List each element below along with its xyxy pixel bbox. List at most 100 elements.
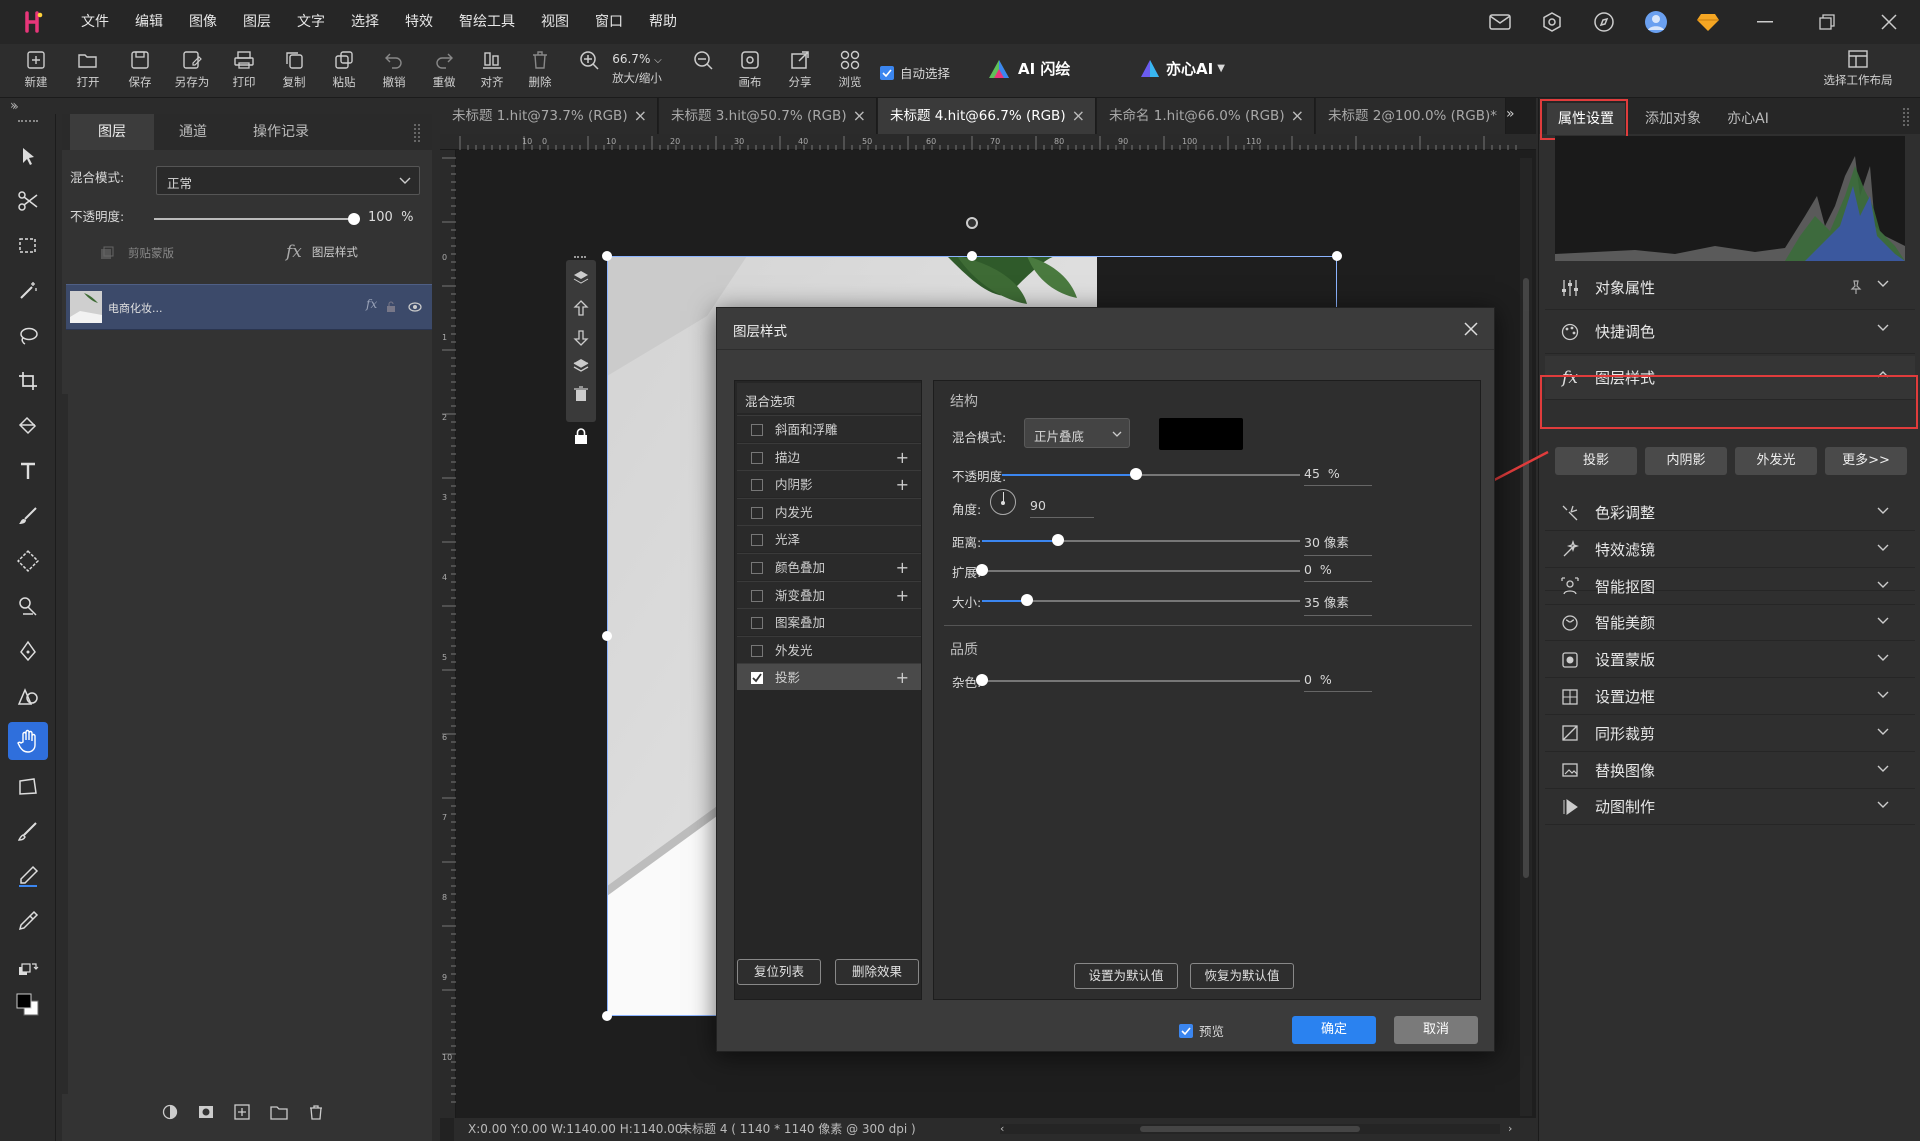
section-object-properties[interactable]: 对象属性	[1545, 266, 1915, 310]
tab-add-object[interactable]: 添加对象	[1633, 103, 1713, 135]
effect-item[interactable]: 内发光	[737, 497, 921, 525]
effect-checkbox[interactable]	[751, 672, 763, 685]
chevron-down-icon[interactable]	[1877, 765, 1889, 773]
section-animation[interactable]: 动图制作	[1545, 789, 1915, 826]
distance-value[interactable]: 30 像素	[1304, 532, 1372, 556]
more-button[interactable]: 更多>>	[1825, 447, 1907, 475]
chevron-down-icon[interactable]	[1877, 324, 1889, 332]
size-slider[interactable]	[1020, 594, 1033, 606]
spread-slider[interactable]	[976, 564, 988, 576]
save-as-button[interactable]: 另存为	[170, 50, 214, 96]
tab-yixin-ai[interactable]: 亦心AI	[1713, 103, 1783, 135]
noise-track[interactable]	[982, 680, 1300, 682]
effect-checkbox[interactable]	[751, 424, 763, 436]
collapse-panel-icon[interactable]: »	[10, 98, 17, 112]
layer-name[interactable]: 电商化妆...	[108, 300, 163, 316]
opacity-slider[interactable]	[1130, 468, 1143, 480]
section-quick-color[interactable]: 快捷调色	[1545, 310, 1915, 354]
effect-checkbox[interactable]	[751, 617, 763, 630]
auto-select-checkbox[interactable]	[880, 65, 894, 80]
panel-grip[interactable]	[1903, 108, 1909, 126]
scroll-right-icon[interactable]: ›	[1508, 1117, 1512, 1140]
chevron-down-icon[interactable]	[1877, 801, 1889, 809]
brush-tool-icon[interactable]	[8, 497, 48, 535]
opacity-value[interactable]: 100 %	[368, 210, 413, 225]
inner-shadow-button[interactable]: 内阴影	[1645, 447, 1727, 475]
tab-channels[interactable]: 通道	[154, 114, 232, 150]
magic-wand-tool-icon[interactable]	[8, 272, 48, 310]
close-tab-icon[interactable]: ×	[1291, 98, 1304, 134]
effect-item[interactable]: 外发光	[737, 635, 921, 663]
layer-opacity-slider[interactable]	[348, 213, 360, 225]
auto-select-toggle[interactable]: 自动选择	[880, 63, 950, 82]
save-button[interactable]: 保存	[118, 50, 162, 96]
angle-dial[interactable]	[990, 489, 1016, 515]
reset-default-button[interactable]: 恢复为默认值	[1190, 963, 1294, 989]
rotate-handle[interactable]	[966, 217, 978, 229]
new-group-folder-icon[interactable]	[270, 1104, 288, 1120]
layer-opacity-track[interactable]	[154, 218, 354, 220]
drop-shadow-button[interactable]: 投影	[1555, 447, 1637, 475]
chevron-down-icon[interactable]	[1877, 691, 1889, 699]
chevron-down-icon[interactable]	[1877, 507, 1889, 515]
tab-layers[interactable]: 图层	[70, 114, 154, 150]
resize-handle[interactable]	[602, 251, 612, 261]
add-effect-plus-icon[interactable]: +	[896, 582, 909, 609]
adjustment-layer-icon[interactable]	[162, 1104, 178, 1120]
tab-history[interactable]: 操作记录	[232, 114, 330, 150]
lasso-tool-icon[interactable]	[8, 317, 48, 355]
noise-slider[interactable]	[976, 674, 988, 686]
crop-tool-icon[interactable]	[8, 362, 48, 400]
effect-checkbox[interactable]	[751, 589, 763, 602]
align-button[interactable]: 对齐	[470, 50, 514, 96]
eyedropper-tool-icon[interactable]	[8, 902, 48, 940]
add-effect-plus-icon[interactable]: +	[896, 554, 909, 581]
resize-handle[interactable]	[602, 1011, 612, 1021]
more-tabs-icon[interactable]: »	[1506, 106, 1515, 122]
resize-handle[interactable]	[1332, 251, 1342, 261]
layer-fx-icon[interactable]: fx	[366, 297, 377, 311]
lock-icon[interactable]	[574, 428, 588, 444]
ai-flash-button[interactable]: AI 闪绘	[988, 58, 1070, 79]
section-smart-cutout[interactable]: 智能抠图	[1545, 569, 1915, 605]
paste-button[interactable]: 粘贴	[322, 50, 366, 96]
effect-item[interactable]: 图案叠加	[737, 608, 921, 636]
print-button[interactable]: 打印	[222, 50, 266, 96]
blend-mode-select[interactable]: 正常	[156, 166, 420, 195]
chevron-down-icon[interactable]	[1877, 581, 1889, 589]
transform-tool-icon[interactable]	[8, 767, 48, 805]
effect-item[interactable]: 渐变叠加 +	[737, 580, 921, 609]
settings-hex-icon[interactable]	[1526, 0, 1578, 44]
menu-item[interactable]: 特效	[392, 0, 446, 44]
section-set-mask[interactable]: 设置蒙版	[1545, 642, 1915, 679]
zoom-out-icon[interactable]	[692, 50, 714, 96]
user-avatar-icon[interactable]	[1630, 0, 1682, 44]
section-replace-image[interactable]: 替换图像	[1545, 753, 1915, 789]
new-button[interactable]: 新建	[14, 50, 58, 96]
vip-diamond-icon[interactable]	[1682, 0, 1734, 44]
effect-item[interactable]: 投影 +	[737, 663, 921, 691]
add-mask-icon[interactable]	[198, 1104, 214, 1120]
pattern-stamp-tool-icon[interactable]	[8, 542, 48, 580]
zoom-value[interactable]: 66.7%	[612, 52, 650, 66]
canvas-button[interactable]: 画布	[728, 50, 772, 96]
add-effect-plus-icon[interactable]: +	[896, 471, 909, 498]
delete-effect-button[interactable]: 删除效果	[835, 959, 919, 985]
effect-checkbox[interactable]	[751, 534, 763, 547]
delete-trash-icon[interactable]	[573, 386, 589, 402]
resize-handle[interactable]	[967, 251, 977, 261]
distance-slider[interactable]	[1052, 534, 1065, 546]
zoom-in-icon[interactable]	[578, 50, 600, 96]
delete-button[interactable]: 删除	[518, 50, 562, 96]
marquee-tool-icon[interactable]	[8, 227, 48, 265]
doc-tab[interactable]: 未标题 1.hit@73.7% (RGB) ×	[440, 98, 658, 134]
close-window-icon[interactable]	[1858, 0, 1920, 44]
smart-cutout-tool-icon[interactable]	[8, 182, 48, 220]
text-tool-icon[interactable]	[8, 452, 48, 490]
compass-icon[interactable]	[1578, 0, 1630, 44]
send-to-back-icon[interactable]	[573, 358, 589, 374]
section-shape-crop[interactable]: 同形裁剪	[1545, 716, 1915, 752]
undo-button[interactable]: 撤销	[372, 50, 416, 96]
effect-checkbox[interactable]	[751, 506, 763, 519]
effect-checkbox[interactable]	[751, 479, 763, 492]
